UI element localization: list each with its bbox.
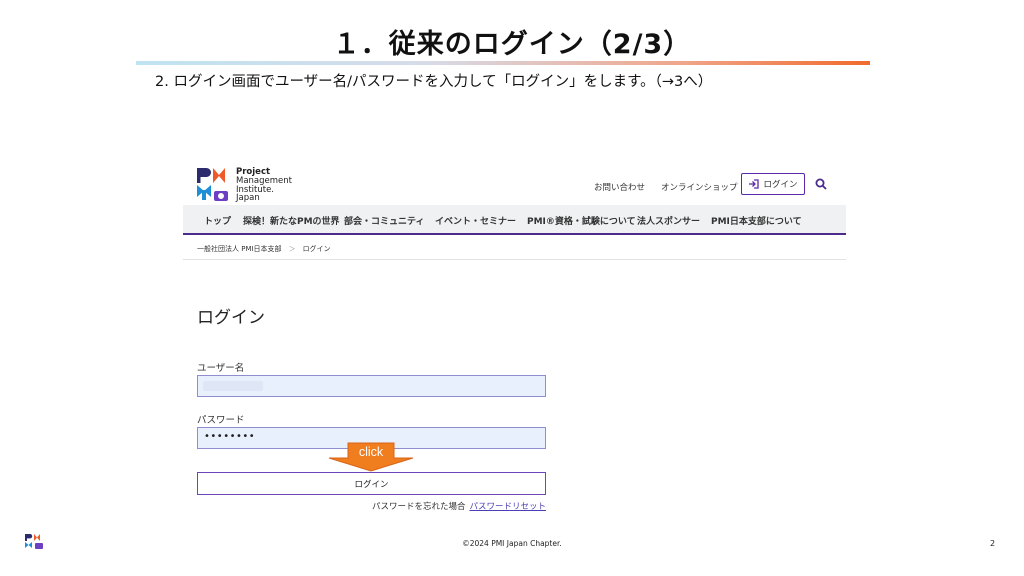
login-arrow-icon [749,179,760,189]
password-label: パスワード [197,415,245,426]
nav-item-about[interactable]: PMI日本支部について [711,214,802,227]
title-divider [136,61,870,65]
page-title: ログイン [197,308,265,328]
username-label: ユーザー名 [197,363,245,374]
forgot-password-text: パスワードを忘れた場合 [371,502,466,512]
pmi-logo-icon [197,168,228,201]
breadcrumb-divider [183,259,846,260]
login-submit-button[interactable]: ログイン [197,472,546,495]
breadcrumb-home[interactable]: 一般社団法人 PMI日本支部 [197,245,282,253]
copyright-text: ©2024 PMI Japan Chapter. [462,539,562,548]
forgot-password-row: パスワードを忘れた場合 パスワードリセット [183,500,546,512]
nav-item-events[interactable]: イベント・セミナー [435,214,516,227]
breadcrumb-separator: ＞ [288,245,296,253]
password-reset-link[interactable]: パスワードリセット [469,502,546,512]
nav-item-explore[interactable]: 探検！新たなPMの世界 [243,214,340,227]
username-field[interactable] [197,375,546,397]
page-number: 2 [990,539,996,548]
pmi-logo[interactable]: Project Management Institute. Japan [197,168,297,204]
header-login-label: ログイン [763,180,798,190]
click-label: click [358,445,384,459]
login-submit-label: ログイン [354,479,389,490]
instruction-text: 2. ログイン画面でユーザー名/パスワードを入力して「ログイン」をします。（→3… [155,74,713,90]
nav-item-community[interactable]: 部会・コミュニティ [344,214,424,227]
nav-item-top[interactable]: トップ [204,214,231,227]
slide-title: １．従来のログイン（2/3） [332,29,692,60]
search-icon[interactable] [815,178,827,190]
click-callout: click [328,442,414,472]
login-page-screenshot: Project Management Institute. Japan お問い合… [183,160,846,530]
username-value-blurred [203,381,263,391]
header-login-button[interactable]: ログイン [741,173,805,195]
breadcrumb-current: ログイン [302,245,331,253]
password-value: •••••••• [204,431,256,442]
logo-line-4: Japan [236,193,260,204]
breadcrumb: 一般社団法人 PMI日本支部 ＞ ログイン [197,244,331,254]
main-nav: トップ 探検！新たなPMの世界 部会・コミュニティ イベント・セミナー PMI®… [183,205,846,235]
contact-link[interactable]: お問い合わせ [594,181,645,193]
nav-item-certification[interactable]: PMI®資格・試験について [527,214,636,227]
nav-item-sponsors[interactable]: 法人スポンサー [637,214,700,227]
online-shop-link[interactable]: オンラインショップ [661,181,738,193]
